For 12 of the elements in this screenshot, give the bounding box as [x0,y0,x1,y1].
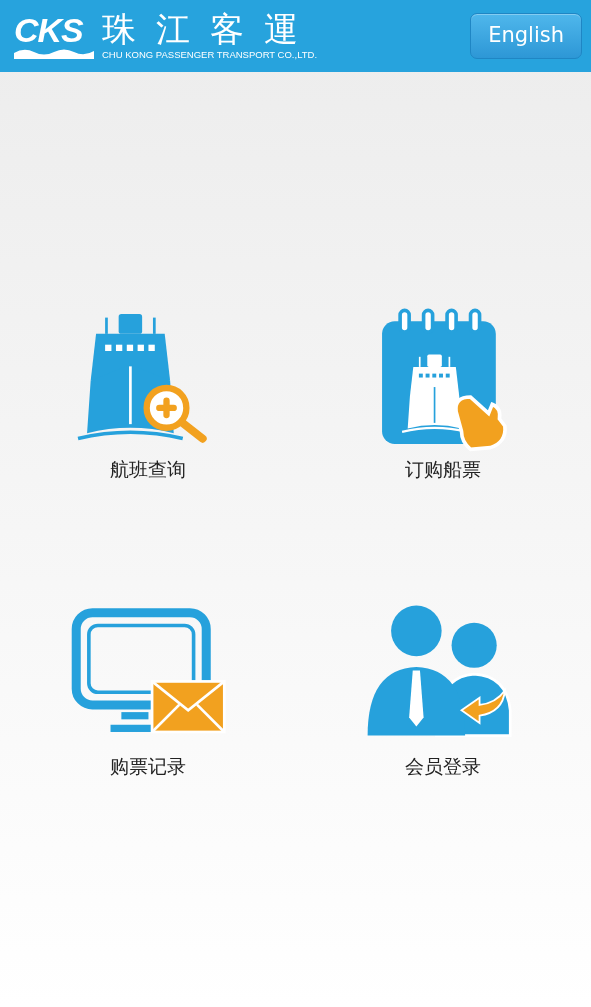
wave-icon [14,47,94,59]
menu-item[interactable]: 航班查询 [68,300,227,479]
logo-title: 珠江客運 [102,12,318,47]
menu-item[interactable]: 订购船票 [364,300,523,479]
menu-label: 购票记录 [109,757,186,776]
menu-item[interactable]: 购票记录 [68,597,227,776]
menu-label: 航班查询 [109,460,186,479]
menu-label: 订购船票 [405,460,482,479]
menu-item[interactable]: 会员登录 [364,597,523,776]
logo-subtitle: CHU KONG PASSENGER TRANSPORT CO.,LTD. [102,50,318,60]
logo-mark: CKS [14,13,83,47]
menu-label: 会员登录 [405,757,482,776]
